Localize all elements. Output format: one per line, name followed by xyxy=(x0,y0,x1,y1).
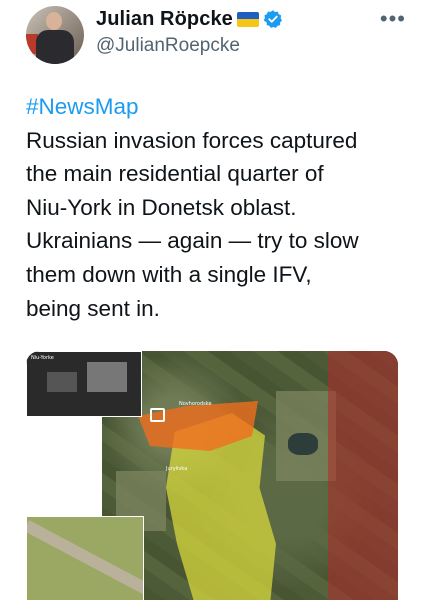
tweet-line: the main residential quarter of xyxy=(26,161,324,187)
tweet-line: Ukrainians — again — try to slow xyxy=(26,228,359,254)
author-name-row[interactable]: Julian Röpcke xyxy=(96,6,283,32)
author-handle[interactable]: @JulianRoepcke xyxy=(96,35,240,57)
tweet-line: them down with a single IFV, xyxy=(26,261,312,287)
russian-controlled-zone xyxy=(328,351,398,600)
avatar-body xyxy=(36,30,74,64)
tweet-text: #NewsMap Russian invasion forces capture… xyxy=(26,90,416,325)
ukraine-flag-icon xyxy=(236,11,259,27)
author-name[interactable]: Julian Röpcke xyxy=(96,8,233,31)
tweet-line: being sent in. xyxy=(26,295,160,321)
village-label: Novhorodske xyxy=(179,401,212,407)
tweet-header: Julian Röpcke @JulianRoepcke ••• xyxy=(0,0,424,80)
tweet-line: Russian invasion forces captured xyxy=(26,127,358,153)
inset-blank xyxy=(26,416,102,516)
avatar[interactable] xyxy=(26,6,84,64)
inset-label: Niu-Yorke xyxy=(31,355,54,361)
thermal-inset: Niu-Yorke xyxy=(26,351,142,417)
street-inset xyxy=(26,516,144,600)
location-marker xyxy=(150,408,165,422)
hashtag-link[interactable]: #NewsMap xyxy=(26,90,416,124)
district-label: Jurylivka xyxy=(166,466,188,472)
verified-badge-icon xyxy=(263,10,282,28)
tweet-line: Niu-York in Donetsk oblast. xyxy=(26,194,297,220)
tweet-media-image[interactable]: Novhorodske Jurylivka Niu-Yorke xyxy=(26,351,398,600)
avatar-head xyxy=(46,12,62,30)
more-options-icon[interactable]: ••• xyxy=(380,6,406,32)
map-water xyxy=(288,433,318,455)
